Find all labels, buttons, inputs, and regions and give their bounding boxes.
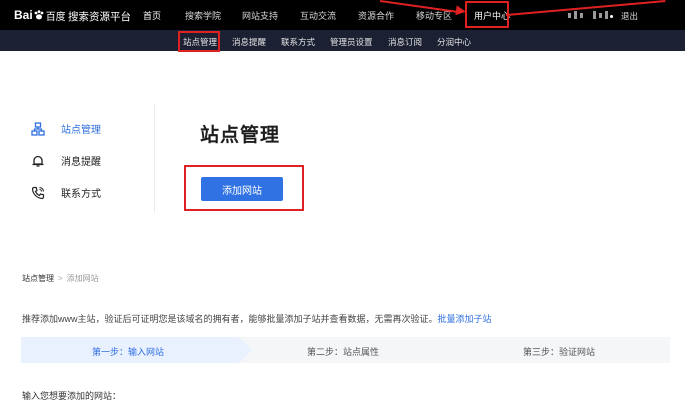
annotation-box-site-management <box>178 31 220 52</box>
subnav-contact[interactable]: 联系方式 <box>281 36 315 48</box>
logout-link[interactable]: 退出 <box>621 10 638 22</box>
breadcrumb-separator: > <box>58 274 63 283</box>
nav-search-academy[interactable]: 搜索学院 <box>185 9 221 22</box>
nav-resource-cooperation[interactable]: 资源合作 <box>358 9 394 22</box>
sidebar-divider <box>154 103 155 213</box>
sidebar-item-label: 站点管理 <box>61 125 101 136</box>
nav-community[interactable]: 互动交流 <box>300 9 336 22</box>
top-navbar: Bai 百度 搜索资源平台 首页 搜索学院 网站支持 互动交流 资源合作 移动专… <box>0 0 685 30</box>
paw-icon <box>34 10 44 20</box>
sidebar-item-contact[interactable]: 联系方式 <box>31 185 101 200</box>
step-progress: 第一步：输入网站 第二步：站点属性 第三步：验证网站 <box>21 337 670 363</box>
page-title: 站点管理 <box>200 125 281 146</box>
step-active-arrow <box>239 337 252 363</box>
subnav-admin-settings[interactable]: 管理员设置 <box>330 36 373 48</box>
sidebar-item-label: 消息提醒 <box>61 157 101 168</box>
bell-icon <box>32 155 44 167</box>
subnav-subscription[interactable]: 消息订阅 <box>388 36 422 48</box>
hint-text: 推荐添加www主站，验证后可证明您是该域名的拥有者，能够批量添加子站并查看数据，… <box>22 314 438 324</box>
sub-navbar: 站点管理 消息提醒 联系方式 管理员设置 消息订阅 分润中心 <box>0 30 685 51</box>
step-3-verify-site: 第三步：验证网站 <box>523 347 596 357</box>
nav-home[interactable]: 首页 <box>143 9 161 22</box>
baidu-logo[interactable]: Bai 百度 <box>14 7 66 23</box>
phone-icon <box>31 186 45 199</box>
subnav-revenue-center[interactable]: 分润中心 <box>437 36 471 48</box>
breadcrumb: 站点管理 > 添加网站 <box>22 273 99 284</box>
logo-text: Bai <box>14 8 33 22</box>
site-input-label: 输入您想要添加的网站： <box>22 391 122 400</box>
step-2-site-properties: 第二步：站点属性 <box>307 347 380 357</box>
add-site-hint: 推荐添加www主站，验证后可证明您是该域名的拥有者，能够批量添加子站并查看数据，… <box>22 312 492 325</box>
breadcrumb-root[interactable]: 站点管理 <box>22 274 54 283</box>
platform-title[interactable]: 搜索资源平台 <box>68 9 131 24</box>
nav-site-support[interactable]: 网站支持 <box>242 9 278 22</box>
batch-add-subsites-link[interactable]: 批量添加子站 <box>438 314 492 324</box>
sidebar-item-site-management[interactable]: 站点管理 <box>31 121 101 136</box>
annotation-box-user-center <box>465 1 509 28</box>
logo-cn: 百度 <box>45 11 66 23</box>
annotation-arrow-head <box>455 5 467 17</box>
sidebar-item-messages[interactable]: 消息提醒 <box>31 153 101 168</box>
sidebar-item-label: 联系方式 <box>61 189 101 200</box>
user-account-masked[interactable] <box>568 10 608 20</box>
step-1-input-site: 第一步：输入网站 <box>92 347 165 357</box>
subnav-messages[interactable]: 消息提醒 <box>232 36 266 48</box>
sitemap-icon <box>31 121 45 136</box>
add-site-button[interactable]: 添加网站 <box>201 177 283 201</box>
separator-dot <box>610 15 613 18</box>
breadcrumb-current: 添加网站 <box>66 274 99 283</box>
